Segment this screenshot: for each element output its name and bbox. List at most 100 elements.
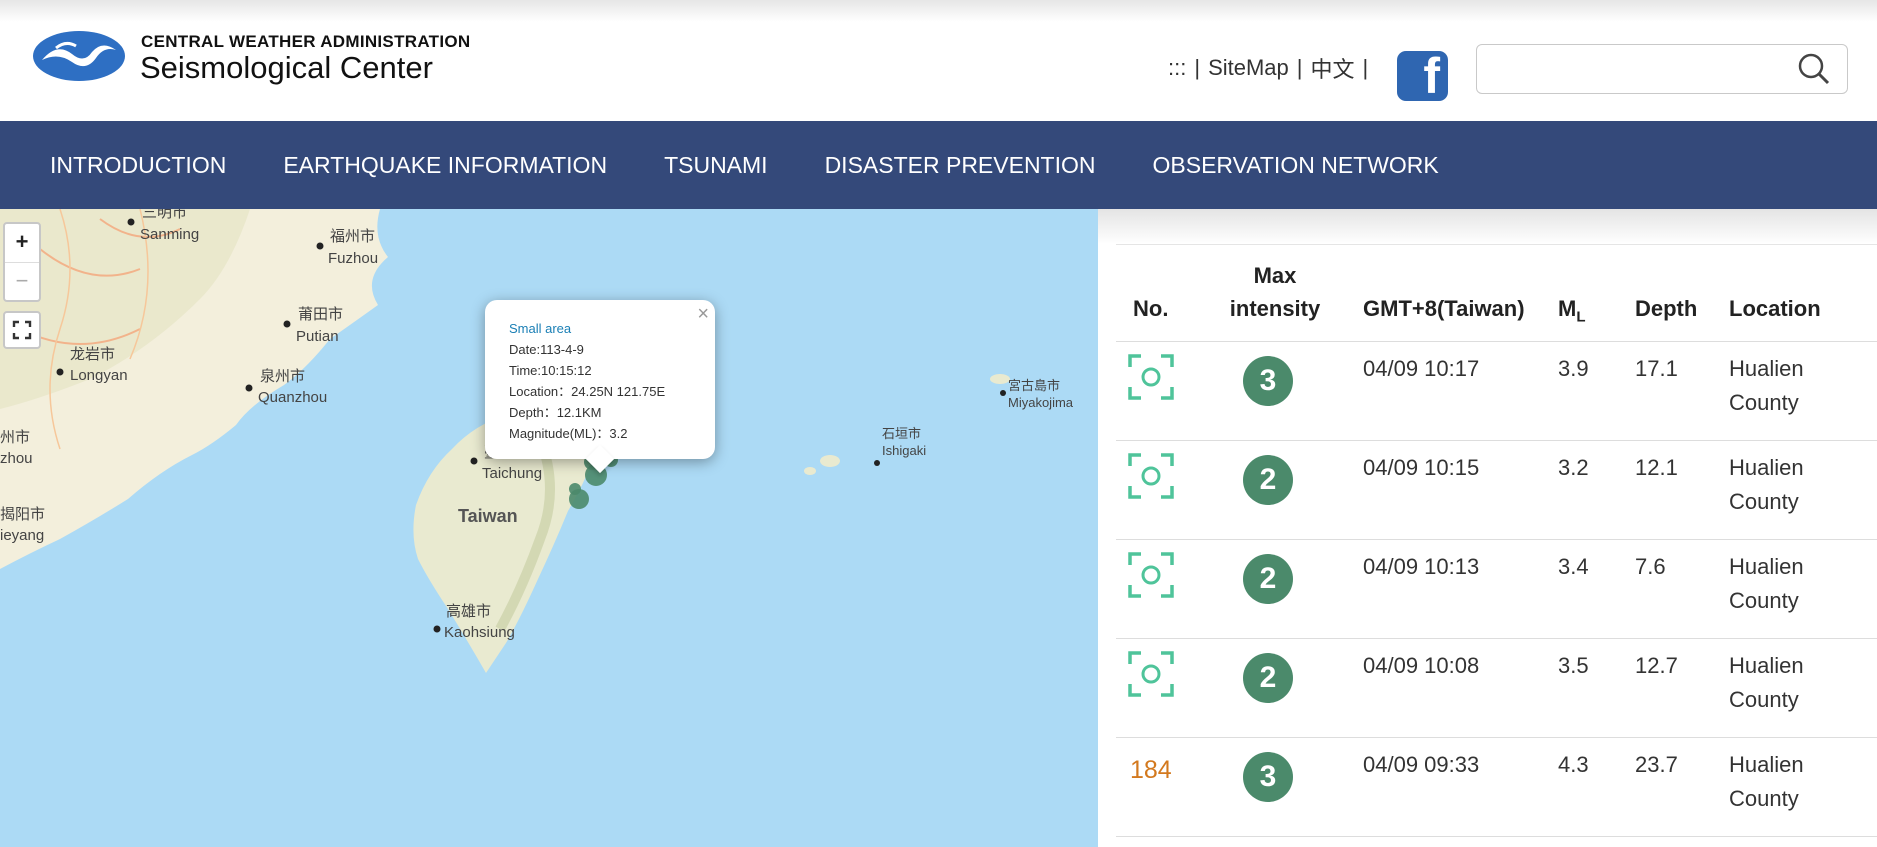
map-label-fuzhou-cn: 福州市	[330, 228, 375, 245]
zoom-in-button[interactable]: +	[5, 224, 39, 263]
row-ml: 3.4	[1558, 554, 1589, 579]
top-links: ::: | SiteMap | 中文 |	[1168, 52, 1368, 84]
search-input[interactable]	[1489, 45, 1793, 91]
header-depth: Depth	[1635, 296, 1698, 321]
map-label-kaohsiung-cn: 高雄市	[446, 603, 491, 620]
brand-org: CENTRAL WEATHER ADMINISTRATION	[141, 32, 471, 51]
earthquake-list: No. Max intensity GMT+8(Taiwan) ML Depth…	[1098, 209, 1877, 847]
map-label-zhou: zhou	[0, 450, 33, 467]
map-label-miyakojima-cn: 宮古島市	[1008, 378, 1060, 393]
fullscreen-icon	[12, 320, 32, 340]
link-separator: |	[1362, 55, 1369, 80]
row-ml: 3.5	[1558, 653, 1589, 678]
row-depth: 12.7	[1635, 653, 1678, 678]
cwa-logo-icon[interactable]	[32, 30, 126, 82]
site-header: CENTRAL WEATHER ADMINISTRATION Seismolog…	[0, 0, 1877, 121]
nav-introduction[interactable]: INTRODUCTION	[50, 152, 226, 179]
chinese-link[interactable]: 中文	[1311, 52, 1355, 84]
sitemap-link[interactable]: SiteMap	[1208, 55, 1289, 81]
row-depth: 12.1	[1635, 455, 1678, 480]
map-label-longyan: Longyan	[70, 367, 128, 384]
row-time: 04/09 10:17	[1363, 356, 1480, 381]
row-ml: 4.3	[1558, 752, 1589, 777]
popup-date: Date:113-4-9	[509, 342, 584, 357]
popup-close-icon[interactable]: ×	[697, 303, 709, 326]
zoom-out-button[interactable]: −	[5, 263, 39, 301]
accesskey-link[interactable]: :::	[1168, 55, 1186, 81]
popup-title[interactable]: Small area	[509, 318, 665, 339]
scan-icon[interactable]	[1128, 552, 1174, 598]
map-label-sanming-cn: 三明市	[142, 209, 187, 221]
header-ml: ML	[1558, 296, 1586, 326]
row-time: 04/09 10:15	[1363, 455, 1480, 480]
search-box	[1476, 44, 1848, 94]
facebook-icon[interactable]: f	[1397, 48, 1448, 104]
intensity-badge: 3	[1243, 752, 1293, 802]
header-no: No.	[1133, 296, 1169, 321]
search-icon[interactable]	[1797, 52, 1831, 86]
row-depth: 7.6	[1635, 554, 1666, 579]
quake-popup: × Small area Date:113-4-9 Time:10:15:12 …	[485, 300, 715, 474]
table-row[interactable]: 2 04/09 10:08 3.5 12.7 Hualien County	[1116, 639, 1877, 738]
map-label-miyakojima: Miyakojima	[1008, 395, 1074, 410]
fullscreen-button[interactable]	[3, 311, 41, 349]
map-label-longyan-cn: 龙岩市	[70, 346, 115, 363]
header-time: GMT+8(Taiwan)	[1363, 296, 1525, 321]
intensity-badge: 3	[1243, 356, 1293, 406]
row-ml: 3.2	[1558, 455, 1589, 480]
scan-icon[interactable]	[1128, 651, 1174, 697]
popup-magnitude: Magnitude(ML)：3.2	[509, 426, 628, 441]
row-ml: 3.9	[1558, 356, 1589, 381]
row-location: Hualien County	[1729, 554, 1804, 613]
link-separator: |	[1194, 55, 1201, 80]
row-number-link[interactable]: 184	[1130, 756, 1172, 785]
row-location: Hualien County	[1729, 356, 1804, 415]
table-row[interactable]: 184 3 04/09 09:33 4.3 23.7 Hualien Count…	[1116, 738, 1877, 837]
map-label-quanzhou: Quanzhou	[258, 389, 327, 406]
header-max-intensity: Max intensity	[1229, 263, 1321, 321]
map-label-putian-cn: 莆田市	[298, 306, 343, 323]
map-label-ishigaki-cn: 石垣市	[882, 426, 921, 441]
map-label-fuzhou: Fuzhou	[328, 250, 378, 267]
map-label-jieyang-cn: 揭阳市	[0, 506, 45, 523]
table-row[interactable]: 2 04/09 10:15 3.2 12.1 Hualien County	[1116, 441, 1877, 540]
earthquake-map[interactable]: 三明市 Sanming 福州市 Fuzhou 莆田市 Putian 龙岩市 Lo…	[0, 209, 1098, 847]
zoom-control: + −	[3, 222, 41, 302]
nav-earthquake-information[interactable]: EARTHQUAKE INFORMATION	[283, 152, 607, 179]
row-depth: 17.1	[1635, 356, 1678, 381]
map-label-kaohsiung: Kaohsiung	[444, 624, 515, 641]
row-location: Hualien County	[1729, 455, 1804, 514]
map-label-jieyang: ieyang	[0, 527, 44, 544]
row-location: Hualien County	[1729, 653, 1804, 712]
popup-depth: Depth：12.1KM	[509, 405, 602, 420]
map-label-quanzhou-cn: 泉州市	[260, 368, 305, 385]
row-time: 04/09 10:13	[1363, 554, 1480, 579]
main-nav: INTRODUCTION EARTHQUAKE INFORMATION TSUN…	[0, 121, 1877, 209]
nav-disaster-prevention[interactable]: DISASTER PREVENTION	[825, 152, 1096, 179]
intensity-badge: 2	[1243, 554, 1293, 604]
map-label-zhou-cn: 州市	[0, 429, 30, 446]
map-label-taichung: Taichung	[482, 465, 542, 482]
link-separator: |	[1296, 55, 1303, 80]
popup-location: Location：24.25N 121.75E	[509, 384, 666, 399]
table-row[interactable]: 2 04/09 10:13 3.4 7.6 Hualien County	[1116, 540, 1877, 639]
nav-observation-network[interactable]: OBSERVATION NETWORK	[1153, 152, 1439, 179]
nav-tsunami[interactable]: TSUNAMI	[664, 152, 768, 179]
intensity-badge: 2	[1243, 455, 1293, 505]
row-depth: 23.7	[1635, 752, 1678, 777]
intensity-badge: 2	[1243, 653, 1293, 703]
row-time: 04/09 09:33	[1363, 752, 1480, 777]
row-location: Hualien County	[1729, 752, 1804, 811]
map-label-taiwan: Taiwan	[458, 506, 518, 526]
row-time: 04/09 10:08	[1363, 653, 1480, 678]
map-label-ishigaki: Ishigaki	[882, 443, 926, 458]
table-row[interactable]: 3 04/09 10:17 3.9 17.1 Hualien County	[1116, 342, 1877, 441]
scan-icon[interactable]	[1128, 453, 1174, 499]
map-label-putian: Putian	[296, 328, 339, 345]
map-label-sanming: Sanming	[140, 226, 199, 243]
popup-time: Time:10:15:12	[509, 363, 592, 378]
header-location: Location	[1729, 296, 1821, 321]
brand-title[interactable]: Seismological Center	[140, 50, 433, 86]
scan-icon[interactable]	[1128, 354, 1174, 400]
quake-marker	[569, 489, 589, 509]
